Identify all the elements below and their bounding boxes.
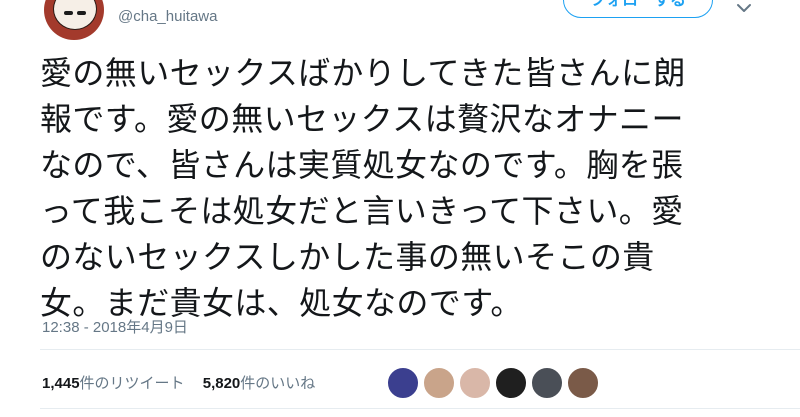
liker-avatar-1[interactable]: [386, 366, 420, 400]
tweet-line: 報です。愛の無いセックスは贅沢なオナニー: [40, 100, 684, 138]
liker-avatar-3[interactable]: [458, 366, 492, 400]
tweet-line: 愛の無いセックスばかりしてきた皆さんに朗: [40, 54, 686, 92]
tweet-line: なので、皆さんは実質処女なのです。胸を張: [40, 146, 684, 184]
user-handle[interactable]: @cha_huitawa: [118, 8, 217, 25]
like-count: 5,820: [202, 375, 241, 392]
follow-button[interactable]: フォローする: [563, 0, 713, 18]
retweet-stat[interactable]: 1,445件のリツイート: [42, 372, 185, 393]
avatar-eye: [77, 11, 86, 15]
tweet-text: 愛の無いセックスばかりしてきた皆さんに朗 報です。愛の無いセックスは贅沢なオナニ…: [40, 50, 720, 326]
liker-avatar-5[interactable]: [530, 366, 564, 400]
avatar-eye: [64, 11, 73, 15]
tweet-timestamp[interactable]: 12:38 - 2018年4月9日: [42, 316, 188, 337]
retweet-label: 件のリツイート: [79, 375, 185, 392]
divider: [40, 349, 800, 350]
retweet-count: 1,445: [42, 375, 80, 392]
like-stat[interactable]: 5,820件のいいね: [203, 372, 316, 393]
liker-avatar-6[interactable]: [566, 366, 600, 400]
tweet-stats: 1,445件のリツイート 5,820件のいいね: [42, 372, 329, 393]
tweet-line: って我こそは処女だと言いきって下さい。愛: [40, 192, 684, 230]
liker-avatar-4[interactable]: [494, 366, 528, 400]
liker-avatar-2[interactable]: [422, 366, 456, 400]
user-avatar[interactable]: [44, 0, 104, 40]
avatar-face: [53, 0, 97, 30]
chevron-down-icon[interactable]: [736, 2, 752, 14]
tweet-line: のないセックスしかした事の無いそこの貴: [40, 238, 655, 276]
divider: [40, 408, 800, 409]
like-label: 件のいいね: [240, 375, 316, 392]
